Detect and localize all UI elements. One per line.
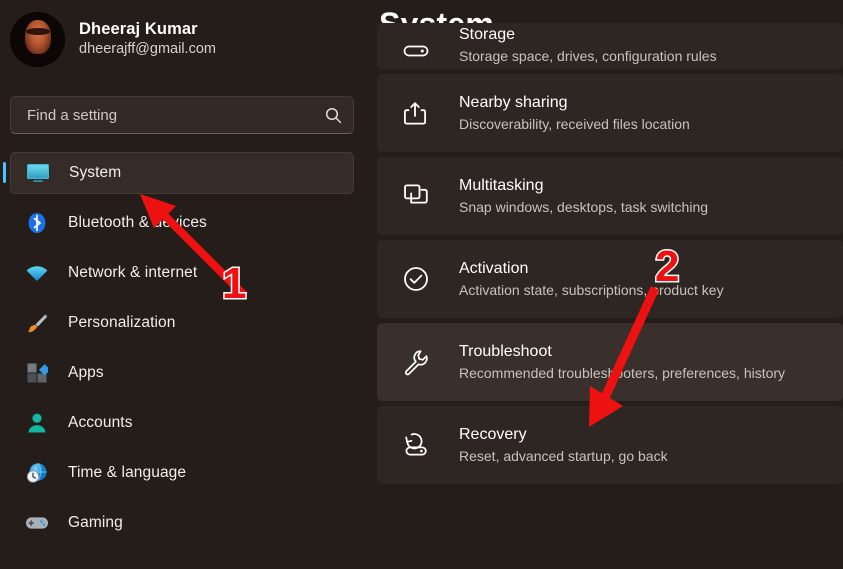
drive-icon — [402, 37, 430, 65]
sidebar-item-system[interactable]: System — [10, 152, 354, 194]
sidebar-item-apps[interactable]: Apps — [10, 352, 354, 394]
windows-stack-icon — [402, 182, 430, 210]
recovery-icon — [402, 431, 430, 459]
apps-grid-icon — [24, 362, 50, 384]
card-nearby-sharing[interactable]: Nearby sharing Discoverability, received … — [377, 74, 843, 152]
system-monitor-icon — [25, 162, 51, 184]
sidebar-item-network-internet[interactable]: Network & internet — [10, 252, 354, 294]
share-icon — [402, 99, 430, 127]
settings-window: Dheeraj Kumar dheerajff@gmail.com System… — [0, 0, 843, 569]
card-title: Activation — [459, 259, 724, 279]
card-troubleshoot[interactable]: Troubleshoot Recommended troubleshooters,… — [377, 323, 843, 401]
wifi-icon — [24, 262, 50, 284]
card-title: Nearby sharing — [459, 93, 690, 113]
annotation-number-1: 1 — [222, 262, 246, 306]
card-title: Storage — [459, 25, 717, 45]
system-monitor-icon — [26, 163, 50, 183]
sidebar-item-label: Bluetooth & devices — [68, 214, 207, 232]
sidebar-item-label: Gaming — [68, 514, 123, 532]
check-circle-icon — [399, 265, 433, 293]
globe-clock-icon — [24, 462, 50, 484]
card-recovery[interactable]: Recovery Reset, advanced startup, go back — [377, 406, 843, 484]
search-input[interactable] — [11, 107, 313, 124]
paintbrush-icon — [26, 312, 48, 334]
main-content: System StorageStorage space, drives, con… — [372, 0, 843, 569]
sidebar-item-label: System — [69, 164, 121, 182]
account-name: Dheeraj Kumar — [79, 20, 216, 39]
sidebar-nav: System Bluetooth & devices Network & inter… — [0, 152, 372, 544]
person-icon — [24, 412, 50, 434]
wifi-icon — [25, 264, 49, 282]
avatar[interactable] — [10, 12, 65, 67]
check-circle-icon — [402, 265, 430, 293]
sidebar-item-accounts[interactable]: Accounts — [10, 402, 354, 444]
card-subtitle: Reset, advanced startup, go back — [459, 447, 668, 465]
sidebar-item-label: Accounts — [68, 414, 133, 432]
globe-clock-icon — [26, 462, 48, 484]
card-subtitle: Storage space, drives, configuration rul… — [459, 47, 717, 65]
sidebar-item-label: Network & internet — [68, 264, 197, 282]
gamepad-icon — [25, 515, 49, 531]
apps-grid-icon — [26, 362, 48, 384]
search-icon[interactable] — [313, 107, 353, 124]
card-subtitle: Recommended troubleshooters, preferences… — [459, 364, 785, 382]
gamepad-icon — [24, 512, 50, 534]
sidebar-item-gaming[interactable]: Gaming — [10, 502, 354, 544]
card-title: Recovery — [459, 425, 668, 445]
sidebar-item-personalization[interactable]: Personalization — [10, 302, 354, 344]
recovery-icon — [399, 431, 433, 459]
card-title: Multitasking — [459, 176, 708, 196]
sidebar-item-label: Time & language — [68, 464, 186, 482]
drive-icon — [399, 37, 433, 65]
wrench-icon — [402, 348, 430, 376]
bluetooth-icon — [24, 212, 50, 234]
sidebar-item-label: Personalization — [68, 314, 175, 332]
card-title: Troubleshoot — [459, 342, 785, 362]
card-activation[interactable]: Activation Activation state, subscription… — [377, 240, 843, 318]
search-box[interactable] — [10, 96, 354, 134]
card-subtitle: Snap windows, desktops, task switching — [459, 198, 708, 216]
windows-stack-icon — [399, 182, 433, 210]
account-header[interactable]: Dheeraj Kumar dheerajff@gmail.com — [0, 4, 372, 74]
annotation-number-2: 2 — [655, 245, 679, 289]
sidebar: Dheeraj Kumar dheerajff@gmail.com System… — [0, 0, 372, 569]
sidebar-item-bluetooth-devices[interactable]: Bluetooth & devices — [10, 202, 354, 244]
wrench-icon — [399, 348, 433, 376]
account-email: dheerajff@gmail.com — [79, 41, 216, 58]
sidebar-item-time-language[interactable]: Time & language — [10, 452, 354, 494]
card-subtitle: Discoverability, received files location — [459, 115, 690, 133]
card-subtitle: Activation state, subscriptions, product… — [459, 281, 724, 299]
card-storage[interactable]: Storage Storage space, drives, configurat… — [377, 23, 843, 69]
share-icon — [399, 99, 433, 127]
bluetooth-icon — [26, 212, 48, 234]
paintbrush-icon — [24, 312, 50, 334]
settings-card-list: Storage Storage space, drives, configurat… — [377, 23, 843, 484]
card-multitasking[interactable]: Multitasking Snap windows, desktops, task… — [377, 157, 843, 235]
sidebar-item-label: Apps — [68, 364, 104, 382]
person-icon — [27, 412, 47, 434]
